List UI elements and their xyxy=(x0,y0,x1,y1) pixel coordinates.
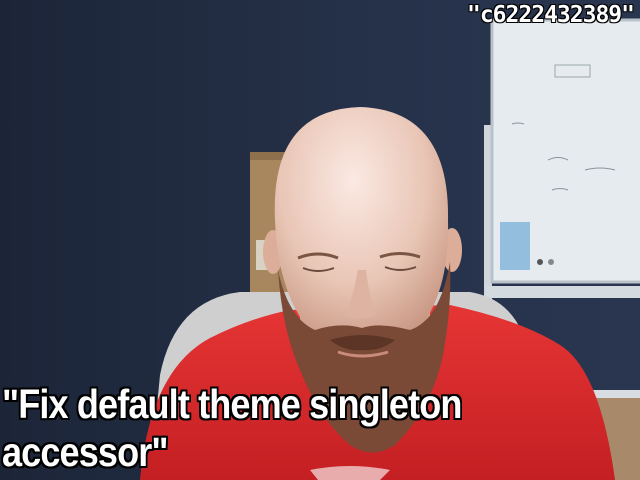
whiteboard xyxy=(484,18,640,305)
caption-bottom: "Fix default theme singleton accessor" xyxy=(2,381,462,475)
caption-top: "c6222432389" xyxy=(466,2,635,29)
webcam-frame: "c6222432389" "Fix default theme singlet… xyxy=(0,0,640,480)
